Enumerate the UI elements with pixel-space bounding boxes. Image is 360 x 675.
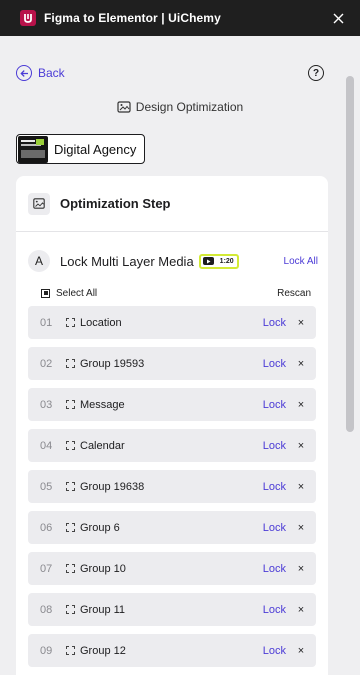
close-button[interactable]: [330, 10, 346, 26]
optimization-step-title: Optimization Step: [60, 196, 171, 211]
layer-row: 07 Group 10 Lock ×: [28, 552, 316, 585]
remove-icon[interactable]: ×: [286, 440, 316, 452]
lock-button[interactable]: Lock: [263, 522, 286, 534]
rescan-button[interactable]: Rescan: [277, 288, 311, 299]
image-icon: [28, 192, 50, 215]
lock-button[interactable]: Lock: [263, 645, 286, 657]
select-all-row: Select All Rescan: [41, 286, 311, 300]
section-title-label: Design Optimization: [135, 100, 244, 114]
lock-button[interactable]: Lock: [263, 399, 286, 411]
lock-button[interactable]: Lock: [263, 604, 286, 616]
layer-row: 02 Group 19593 Lock ×: [28, 347, 316, 380]
frame-icon: [66, 646, 75, 655]
uichemy-logo-icon: [20, 10, 36, 26]
layer-number: 01: [40, 316, 53, 329]
frame-icon: [66, 605, 75, 614]
lock-button[interactable]: Lock: [263, 317, 286, 329]
layer-row: 09 Group 12 Lock ×: [28, 634, 316, 667]
layer-number: 05: [40, 480, 53, 493]
lock-button[interactable]: Lock: [263, 481, 286, 493]
layer-name: Group 19638: [80, 480, 145, 493]
layer-name: Message: [80, 398, 125, 411]
layer-name: Group 6: [80, 521, 120, 534]
youtube-icon: [202, 257, 214, 265]
back-button[interactable]: Back: [16, 65, 65, 81]
remove-icon[interactable]: ×: [286, 358, 316, 370]
layer-name: Location: [80, 316, 122, 329]
help-icon[interactable]: ?: [308, 65, 324, 81]
layer-number: 02: [40, 357, 53, 370]
frame-icon: [66, 318, 75, 327]
optimization-panel: Optimization Step A Lock Multi Layer Med…: [16, 176, 328, 675]
lock-button[interactable]: Lock: [263, 358, 286, 370]
select-all-label[interactable]: Select All: [56, 288, 97, 299]
frame-icon: [66, 400, 75, 409]
optimization-step-header: Optimization Step: [16, 176, 328, 232]
main-content: Back ? Design Optimization Digital Agenc…: [0, 36, 360, 675]
layer-number: 09: [40, 644, 53, 657]
remove-icon[interactable]: ×: [286, 604, 316, 616]
layer-name: Group 12: [80, 644, 126, 657]
layer-row: 03 Message Lock ×: [28, 388, 316, 421]
frame-icon: [66, 482, 75, 491]
layer-list: 01 Location Lock × 02 Group 19593 Lock ×…: [28, 306, 316, 675]
layer-number: 07: [40, 562, 53, 575]
close-icon: [333, 13, 343, 23]
lock-multi-layer-section: A Lock Multi Layer Media 1:20 Lock All: [28, 248, 318, 274]
project-thumbnail: [18, 135, 48, 163]
remove-icon[interactable]: ×: [286, 317, 316, 329]
layer-name: Calendar: [80, 439, 125, 452]
video-tutorial-badge[interactable]: 1:20: [198, 253, 239, 269]
arrow-left-icon: [16, 65, 32, 81]
layer-row: 01 Location Lock ×: [28, 306, 316, 339]
layer-number: 06: [40, 521, 53, 534]
project-name: Digital Agency: [54, 141, 137, 157]
layer-row: 06 Group 6 Lock ×: [28, 511, 316, 544]
lock-multi-layer-title: Lock Multi Layer Media: [60, 253, 194, 269]
select-all-checkbox[interactable]: [41, 288, 50, 298]
frame-icon: [66, 359, 75, 368]
frame-icon: [66, 523, 75, 532]
step-letter: A: [28, 250, 50, 272]
remove-icon[interactable]: ×: [286, 399, 316, 411]
frame-icon: [66, 441, 75, 450]
image-optimize-icon: [117, 101, 131, 113]
layer-number: 04: [40, 439, 53, 452]
layer-row: 04 Calendar Lock ×: [28, 429, 316, 462]
layer-name: Group 11: [80, 603, 126, 616]
app-title: Figma to Elementor | UiChemy: [44, 11, 221, 25]
remove-icon[interactable]: ×: [286, 645, 316, 657]
remove-icon[interactable]: ×: [286, 563, 316, 575]
scrollbar[interactable]: [346, 76, 354, 432]
back-label: Back: [38, 66, 65, 80]
lock-all-button[interactable]: Lock All: [284, 256, 318, 267]
lock-button[interactable]: Lock: [263, 563, 286, 575]
layer-row: 05 Group 19638 Lock ×: [28, 470, 316, 503]
layer-row: 08 Group 11 Lock ×: [28, 593, 316, 626]
layer-name: Group 10: [80, 562, 126, 575]
remove-icon[interactable]: ×: [286, 481, 316, 493]
frame-icon: [66, 564, 75, 573]
video-duration: 1:20: [219, 257, 234, 265]
remove-icon[interactable]: ×: [286, 522, 316, 534]
layer-number: 08: [40, 603, 53, 616]
layer-number: 03: [40, 398, 53, 411]
project-chip[interactable]: Digital Agency: [16, 134, 146, 164]
title-bar: Figma to Elementor | UiChemy: [0, 0, 360, 36]
lock-button[interactable]: Lock: [263, 440, 286, 452]
section-title: Design Optimization: [0, 100, 360, 114]
layer-name: Group 19593: [80, 357, 145, 370]
